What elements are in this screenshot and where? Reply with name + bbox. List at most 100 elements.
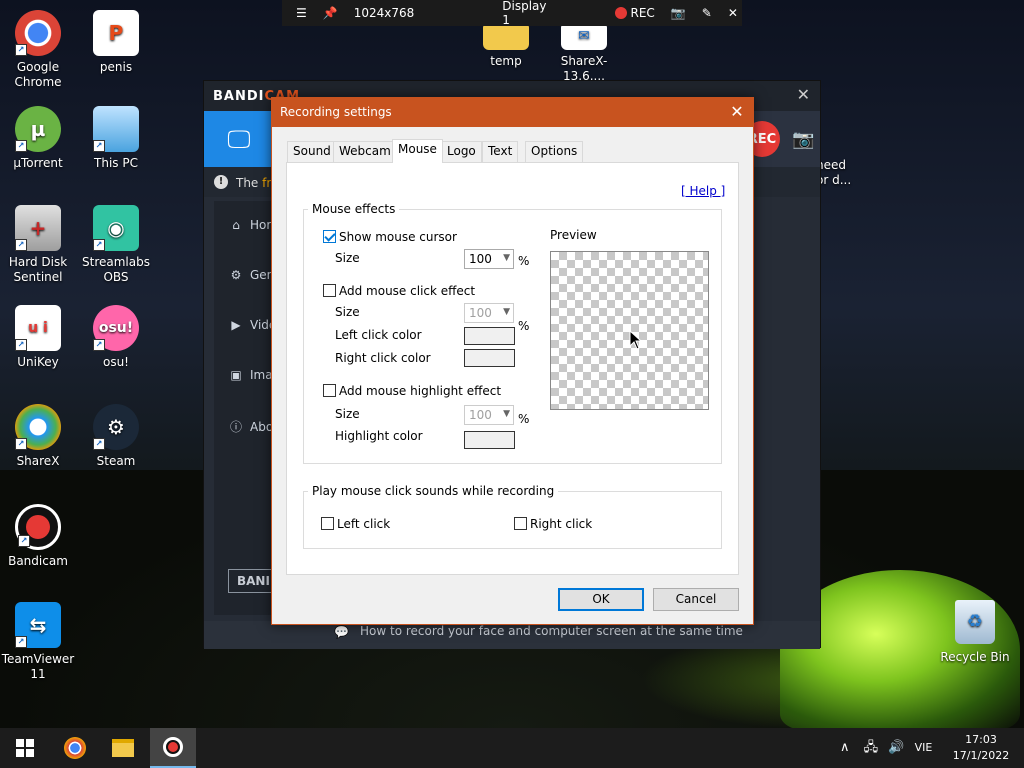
sidebar-item-video[interactable]: ▶ Vide	[228, 318, 276, 332]
home-icon: ⌂	[232, 218, 240, 232]
chrome-icon: ↗	[15, 10, 61, 56]
monitor-icon[interactable]: 🖵	[204, 111, 274, 167]
left-click-sound-checkbox[interactable]	[321, 517, 334, 530]
ok-button[interactable]: OK	[558, 588, 644, 611]
osu-icon: osu! ↗	[93, 305, 139, 351]
sharex-icon: ↗	[15, 404, 61, 450]
desktop-icon-this-pc[interactable]: ↗ This PC	[78, 106, 154, 171]
click-effect-label: Add mouse click effect	[339, 284, 476, 298]
bandicam-camera-icon[interactable]: 📷	[792, 129, 814, 150]
dialog-title: Recording settings	[280, 105, 392, 119]
cursor-size-select[interactable]: 100 ▼	[464, 249, 514, 269]
language-indicator[interactable]: VIE	[915, 741, 933, 754]
desktop-icon-penis[interactable]: P penis	[78, 10, 154, 75]
teamviewer-icon: ⇆ ↗	[15, 602, 61, 648]
video-icon: ▶	[231, 318, 241, 332]
tab-text[interactable]: Text	[482, 141, 519, 162]
tab-options[interactable]: Options	[525, 141, 584, 162]
cursor-size-label: Size	[335, 251, 360, 265]
highlight-size-unit: %	[518, 412, 530, 426]
desktop-icon-temp[interactable]: temp	[468, 22, 544, 69]
recycle-bin-icon: ♻	[955, 600, 995, 644]
desktop-icon-bandicam[interactable]: ↗ Bandicam	[0, 504, 76, 569]
tab-sound[interactable]: Sound	[287, 141, 337, 162]
sidebar-item-image[interactable]: ▣ Ima	[228, 368, 272, 382]
sidebar-item-home[interactable]: ⌂ Hor	[228, 218, 271, 232]
tab-mouse[interactable]: Mouse	[392, 139, 443, 163]
info-icon: !	[214, 175, 228, 189]
computer-icon: ↗	[93, 106, 139, 152]
show-cursor-checkbox[interactable]	[323, 230, 336, 243]
click-sounds-label: Play mouse click sounds while recording	[308, 484, 559, 498]
tab-logo[interactable]: Logo	[441, 141, 482, 162]
right-click-sound-label: Right click	[530, 517, 593, 531]
desktop-icon-steam[interactable]: ⚙ ↗ Steam	[78, 404, 154, 469]
close-icon[interactable]: ✕	[728, 6, 738, 20]
desktop-icon-osu[interactable]: osu! ↗ osu!	[78, 305, 154, 370]
bandicam-footer-link[interactable]: How to record your face and computer scr…	[360, 624, 743, 638]
sidebar-item-general[interactable]: ⚙ Gen	[228, 268, 275, 282]
click-size-select[interactable]: 100 ▼	[464, 303, 514, 323]
chevron-down-icon: ▼	[503, 307, 510, 317]
network-icon[interactable]: 🖧	[864, 740, 879, 755]
right-click-color-swatch[interactable]	[464, 349, 515, 367]
pen-icon[interactable]: ✎	[702, 6, 712, 20]
right-click-sound-checkbox[interactable]	[514, 517, 527, 530]
start-windows-icon[interactable]	[2, 728, 48, 768]
highlight-effect-checkbox[interactable]	[323, 384, 336, 397]
highlight-size-select[interactable]: 100 ▼	[464, 405, 514, 425]
click-effect-checkbox[interactable]	[323, 284, 336, 297]
image-icon: ▣	[230, 368, 242, 382]
volume-icon[interactable]: 🔊	[888, 740, 904, 755]
streamlabs-icon: ◉ ↗	[93, 205, 139, 251]
click-size-label: Size	[335, 305, 360, 319]
recording-settings-dialog: Recording settings ✕ Sound Webcam Mouse …	[271, 97, 754, 625]
help-link[interactable]: [ Help ]	[681, 184, 725, 198]
tab-webcam[interactable]: Webcam	[333, 141, 397, 162]
left-click-color-label: Left click color	[335, 328, 422, 342]
record-dot-icon	[614, 7, 627, 19]
camera-icon[interactable]: 📷	[671, 6, 686, 20]
presentation-file-icon: P	[93, 10, 139, 56]
left-click-sound-label: Left click	[337, 517, 391, 531]
taskbar-file-explorer-icon[interactable]	[100, 728, 146, 768]
taskbar-clock[interactable]: 17:03 17/1/2022	[946, 732, 1016, 764]
chevron-up-icon[interactable]: ∧	[840, 740, 850, 755]
pin-icon[interactable]: 📌	[323, 6, 338, 20]
mouse-cursor-icon	[629, 330, 643, 350]
dialog-close-icon[interactable]: ✕	[724, 101, 750, 123]
desktop-icon-streamlabs[interactable]: ◉ ↗ Streamlabs OBS	[78, 205, 154, 285]
left-click-color-swatch[interactable]	[464, 327, 515, 345]
desktop-icon-teamviewer[interactable]: ⇆ ↗ TeamViewer 11	[0, 602, 76, 682]
desktop-partial-label: need or d...	[816, 158, 852, 187]
rec-button[interactable]: REC	[614, 6, 655, 20]
right-click-color-label: Right click color	[335, 351, 431, 365]
desktop-icon-sharex-archive[interactable]: ✉ ShareX-13.6....	[546, 22, 622, 84]
bandicam-sidebar	[214, 201, 276, 615]
screen-recorder-toolbar: ☰ 📌 1024x768 Display 1 REC 📷 ✎ ✕	[282, 0, 742, 27]
desktop-icon-hard-disk-sentinel[interactable]: + ↗ Hard Disk Sentinel	[0, 205, 76, 285]
desktop-icon-chrome[interactable]: ↗ Google Chrome	[0, 10, 76, 90]
taskbar-bandicam-icon[interactable]	[150, 728, 196, 768]
system-tray: ∧ 🖧 🔊 VIE	[840, 738, 932, 760]
resolution-label: 1024x768	[353, 6, 415, 20]
chevron-down-icon: ▼	[503, 409, 510, 419]
desktop-icon-unikey[interactable]: u i ↗ UniKey	[0, 305, 76, 370]
chevron-down-icon: ▼	[503, 253, 510, 263]
desktop-icon-utorrent[interactable]: µ ↗ µTorrent	[0, 106, 76, 171]
hamburger-icon[interactable]: ☰	[296, 6, 307, 20]
display-label: Display 1	[502, 0, 547, 27]
bandicam-close-icon[interactable]: ✕	[797, 85, 810, 104]
highlight-effect-label: Add mouse highlight effect	[339, 384, 502, 398]
taskbar-chrome-icon[interactable]	[52, 728, 98, 768]
desktop-icon-recycle-bin[interactable]: ♻ Recycle Bin	[940, 600, 1010, 664]
sidebar-item-about[interactable]: ⓘ Abo	[228, 418, 273, 435]
chat-icon: 💬	[334, 625, 349, 639]
windows-logo-icon	[16, 739, 34, 757]
highlight-size-label: Size	[335, 407, 360, 421]
cancel-button[interactable]: Cancel	[653, 588, 739, 611]
highlight-color-swatch[interactable]	[464, 431, 515, 449]
preview-label: Preview	[550, 228, 597, 242]
desktop-icon-sharex[interactable]: ↗ ShareX	[0, 404, 76, 469]
bandicam-icon: ↗	[15, 504, 61, 550]
